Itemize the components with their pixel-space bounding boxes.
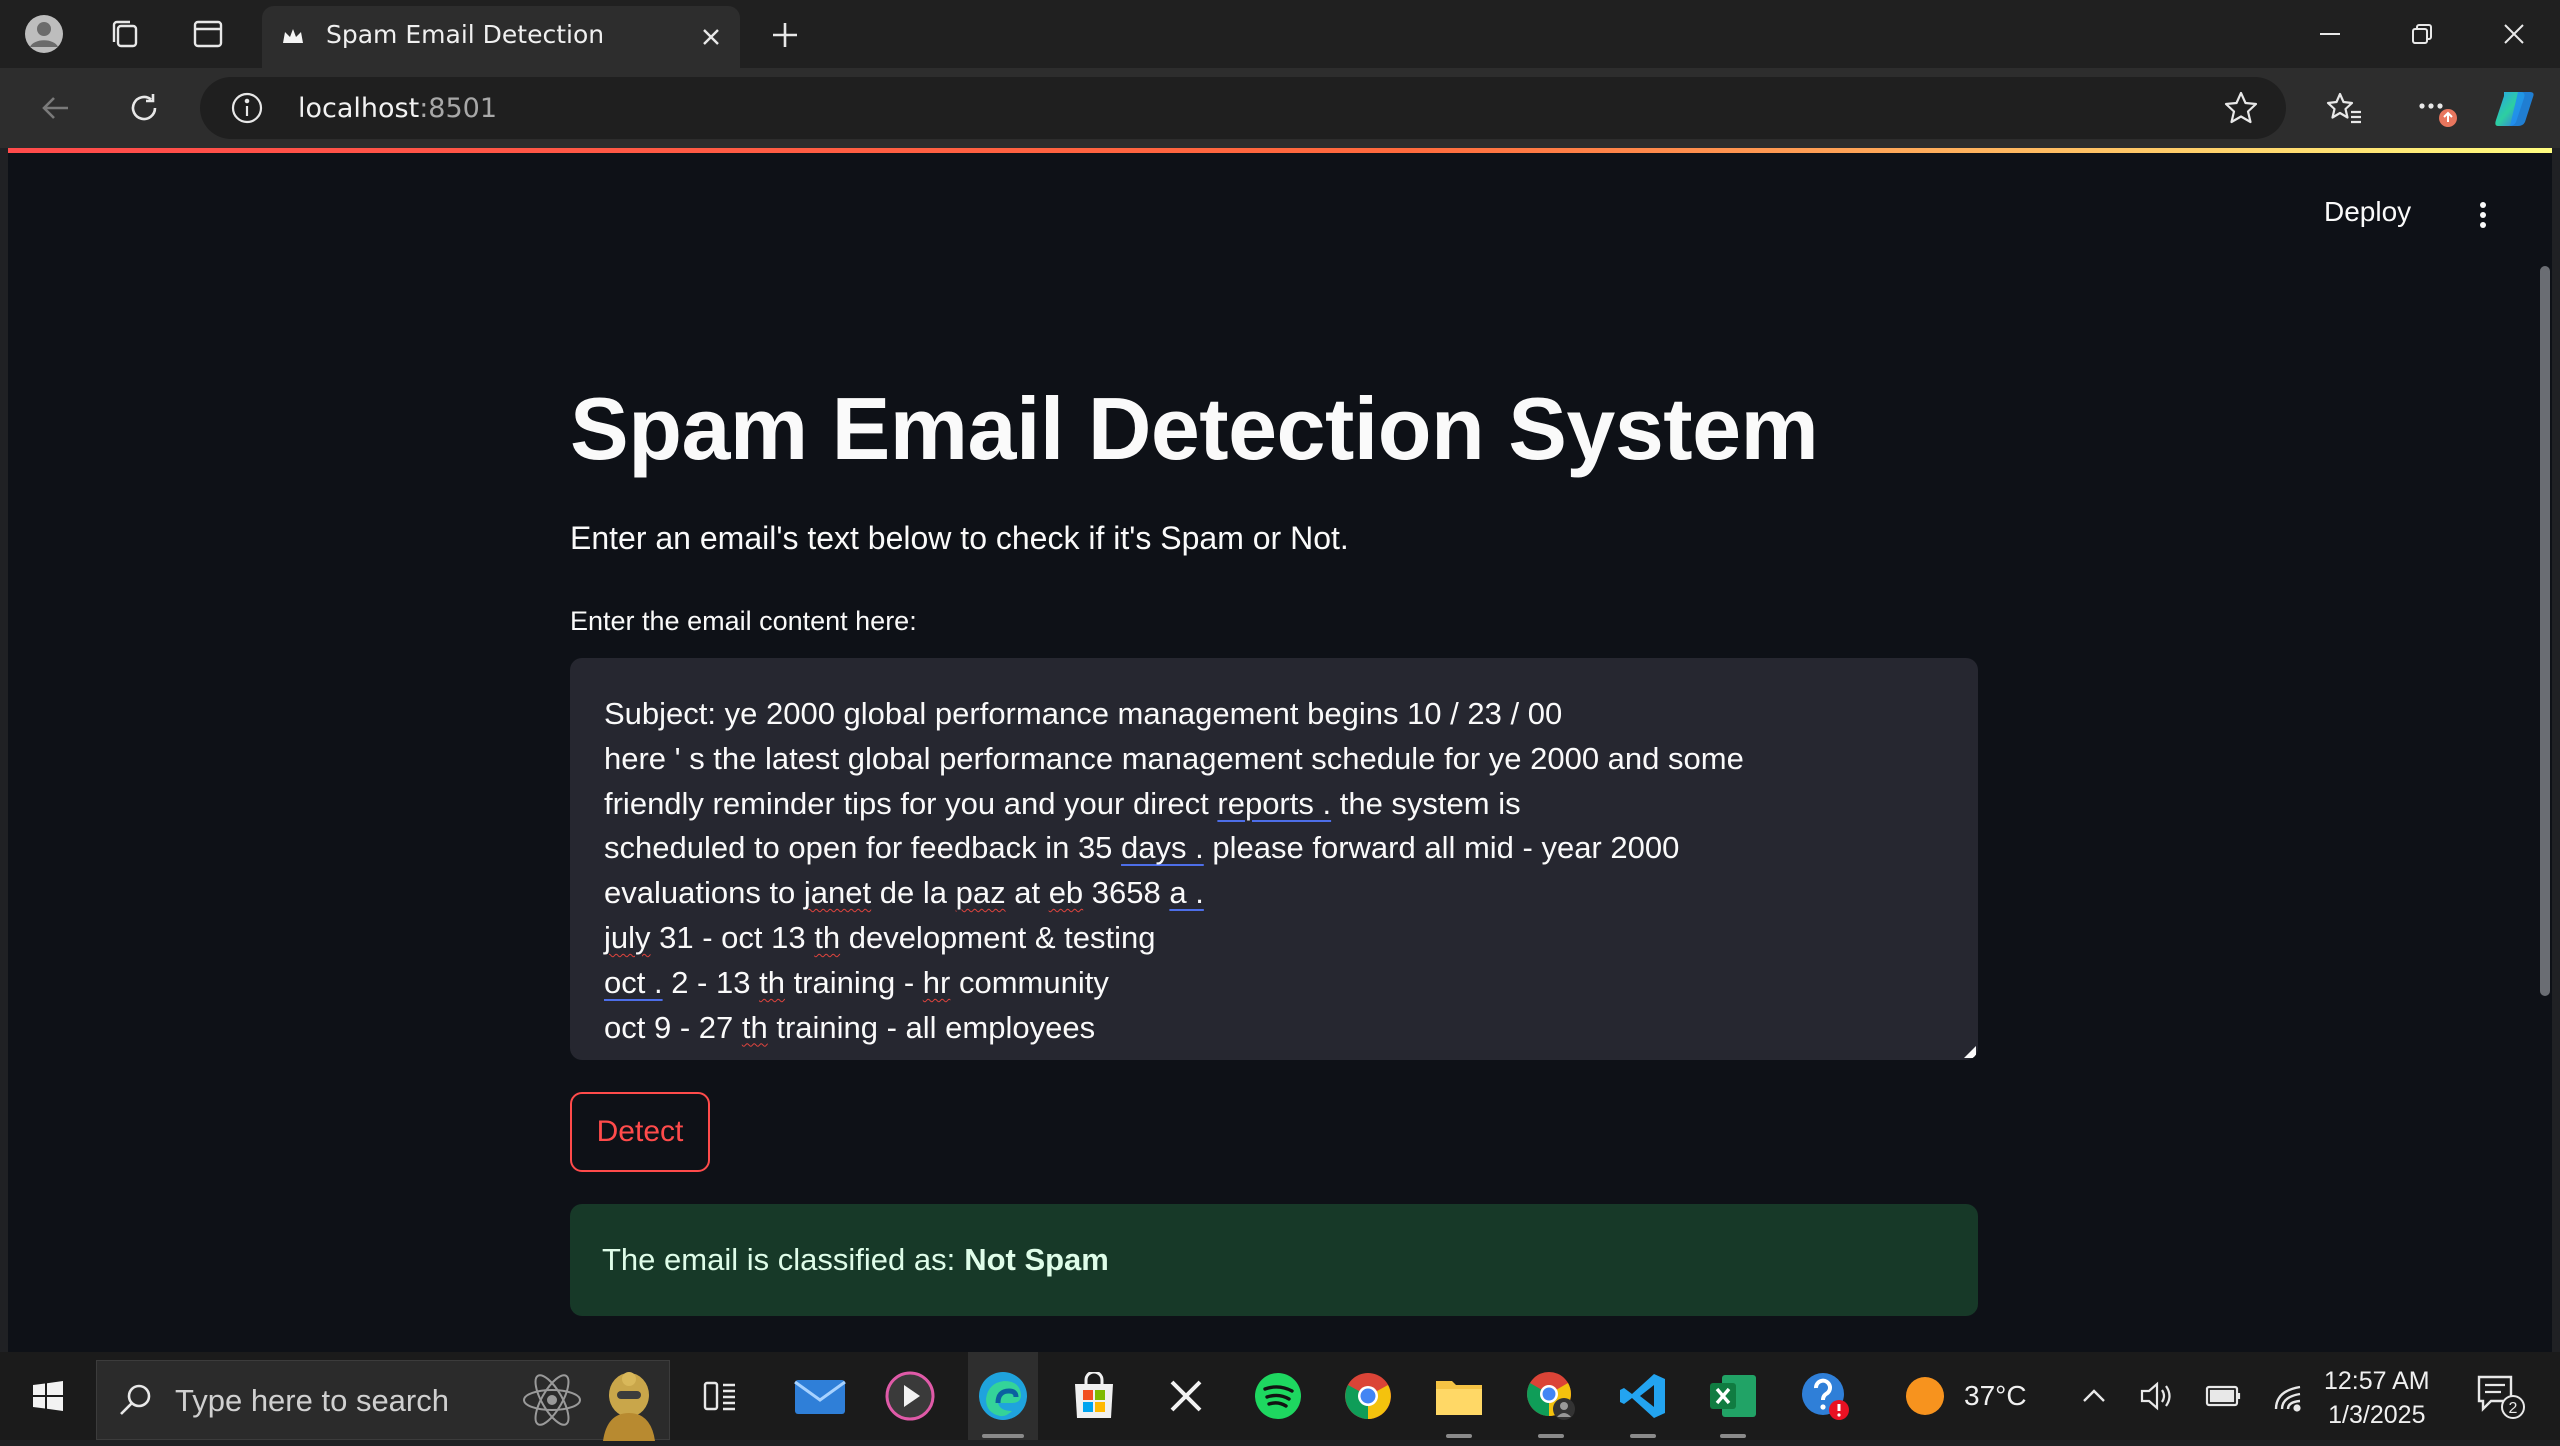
- grammar-flag: a .: [1169, 875, 1204, 911]
- email-line: july 31 - oct 13 th development & testin…: [604, 919, 1156, 955]
- open-app-indicator: [1630, 1434, 1656, 1438]
- spelling-flag: hr: [922, 964, 951, 1000]
- page-subtitle: Enter an email's text below to check if …: [570, 520, 1349, 556]
- restore-icon[interactable]: [2382, 8, 2462, 60]
- email-line: here ' s the latest global performance m…: [604, 740, 1744, 776]
- vertical-tabs-icon[interactable]: [188, 14, 228, 54]
- x-app-icon[interactable]: [1152, 1352, 1220, 1440]
- profile-avatar-icon[interactable]: [24, 14, 64, 54]
- volume-icon[interactable]: [2134, 1352, 2182, 1440]
- copilot-icon[interactable]: [2490, 84, 2538, 132]
- taskbar-search-box[interactable]: Type here to search: [96, 1360, 670, 1441]
- task-view-icon[interactable]: [690, 1352, 750, 1440]
- atom-icon: [517, 1367, 587, 1438]
- spelling-flag: eb: [1048, 875, 1084, 911]
- clock-date: 1/3/2025: [2328, 1401, 2426, 1429]
- streamlit-crown-icon: [280, 24, 306, 50]
- resize-handle-icon[interactable]: [1962, 1044, 1976, 1058]
- spelling-flag: th: [814, 919, 841, 955]
- email-content-textarea[interactable]: Subject: ye 2000 global performance mana…: [570, 658, 1978, 1060]
- page-title: Spam Email Detection System: [570, 379, 1819, 478]
- spelling-flag: july: [604, 919, 651, 955]
- new-tab-plus-icon[interactable]: [764, 14, 806, 56]
- search-icon: [117, 1381, 155, 1424]
- email-line: Subject: ye 2000 global performance mana…: [604, 696, 1563, 731]
- notification-count: 2: [2509, 1400, 2518, 1417]
- spelling-flag: th: [741, 1009, 768, 1045]
- result-prefix: The email is classified as:: [602, 1242, 956, 1277]
- active-tab[interactable]: Spam Email Detection: [262, 6, 740, 68]
- page-viewport: Deploy Spam Email Detection System Enter…: [8, 148, 2552, 1352]
- detect-button[interactable]: Detect: [570, 1092, 710, 1172]
- site-info-icon[interactable]: [230, 91, 264, 125]
- email-line: scheduled to open for feedback in 35 day…: [604, 830, 1680, 866]
- email-line: oct 9 - 27 th training - all employees: [604, 1009, 1096, 1045]
- file-explorer-icon[interactable]: [1424, 1352, 1494, 1440]
- excel-icon[interactable]: [1698, 1352, 1768, 1440]
- browser-toolbar: localhost:8501: [0, 68, 2560, 148]
- close-window-icon[interactable]: [2474, 8, 2554, 60]
- address-bar[interactable]: localhost:8501: [200, 77, 2286, 139]
- weather-temperature[interactable]: 37°C: [1964, 1380, 2027, 1412]
- email-input-label: Enter the email content here:: [570, 606, 917, 636]
- wifi-icon[interactable]: [2264, 1352, 2314, 1440]
- search-highlight-figure-icon: [593, 1365, 665, 1446]
- favorites-icon[interactable]: [2320, 84, 2368, 132]
- spelling-flag: th: [759, 964, 785, 1000]
- minimize-icon[interactable]: [2290, 8, 2370, 60]
- windows-taskbar: Type here to search 37°C 12:57 AM 1/3/20…: [0, 1352, 2560, 1441]
- refresh-icon[interactable]: [120, 84, 168, 132]
- deploy-button[interactable]: Deploy: [2324, 196, 2411, 228]
- windows-start-icon[interactable]: [18, 1352, 78, 1440]
- spelling-flag: paz: [955, 875, 1006, 911]
- more-menu-icon[interactable]: [2412, 84, 2460, 132]
- search-placeholder: Type here to search: [175, 1383, 449, 1418]
- battery-icon[interactable]: [2200, 1352, 2248, 1440]
- vscode-icon[interactable]: [1608, 1352, 1678, 1440]
- tab-close-icon[interactable]: [694, 20, 728, 54]
- main-menu-icon[interactable]: [2468, 198, 2498, 232]
- grammar-flag: reports .: [1217, 785, 1332, 821]
- weather-sun-icon[interactable]: [1900, 1352, 1950, 1440]
- grammar-flag: oct .: [604, 964, 663, 1000]
- url-text: localhost:8501: [298, 93, 498, 124]
- edge-taskbar-icon[interactable]: [968, 1352, 1038, 1440]
- get-help-icon[interactable]: [1790, 1352, 1860, 1440]
- top-decoration-bar: [8, 148, 2552, 153]
- result-value: Not Spam: [964, 1242, 1109, 1277]
- media-player-icon[interactable]: [876, 1352, 944, 1440]
- back-arrow-icon[interactable]: [32, 84, 80, 132]
- email-line: friendly reminder tips for you and your …: [604, 785, 1521, 821]
- open-app-indicator: [1446, 1434, 1472, 1438]
- active-app-indicator: [982, 1434, 1024, 1438]
- classification-result: The email is classified as: Not Spam: [570, 1204, 1978, 1316]
- open-app-indicator: [1538, 1434, 1564, 1438]
- show-hidden-icons-chevron-icon[interactable]: [2072, 1352, 2116, 1440]
- tab-title: Spam Email Detection: [326, 20, 605, 49]
- open-app-indicator: [1720, 1434, 1746, 1438]
- clock-time: 12:57 AM: [2324, 1367, 2430, 1395]
- chrome-profile-icon[interactable]: [1516, 1352, 1586, 1440]
- browser-tab-bar: Spam Email Detection: [0, 0, 2560, 68]
- email-line: oct . 2 - 13 th training - hr community: [604, 964, 1109, 1000]
- notification-center-icon[interactable]: 2: [2466, 1352, 2534, 1440]
- chrome-icon[interactable]: [1334, 1352, 1402, 1440]
- grammar-flag: days .: [1121, 830, 1204, 866]
- favorite-star-icon[interactable]: [2222, 89, 2260, 127]
- mail-app-icon[interactable]: [786, 1352, 854, 1440]
- spelling-flag: janet: [803, 875, 872, 911]
- microsoft-store-icon[interactable]: [1060, 1352, 1128, 1440]
- collections-icon[interactable]: [104, 14, 144, 54]
- email-line: evaluations to janet de la paz at eb 365…: [604, 875, 1204, 911]
- spotify-icon[interactable]: [1244, 1352, 1312, 1440]
- system-clock[interactable]: 12:57 AM 1/3/2025: [2324, 1364, 2430, 1432]
- page-scrollbar[interactable]: [2540, 266, 2550, 996]
